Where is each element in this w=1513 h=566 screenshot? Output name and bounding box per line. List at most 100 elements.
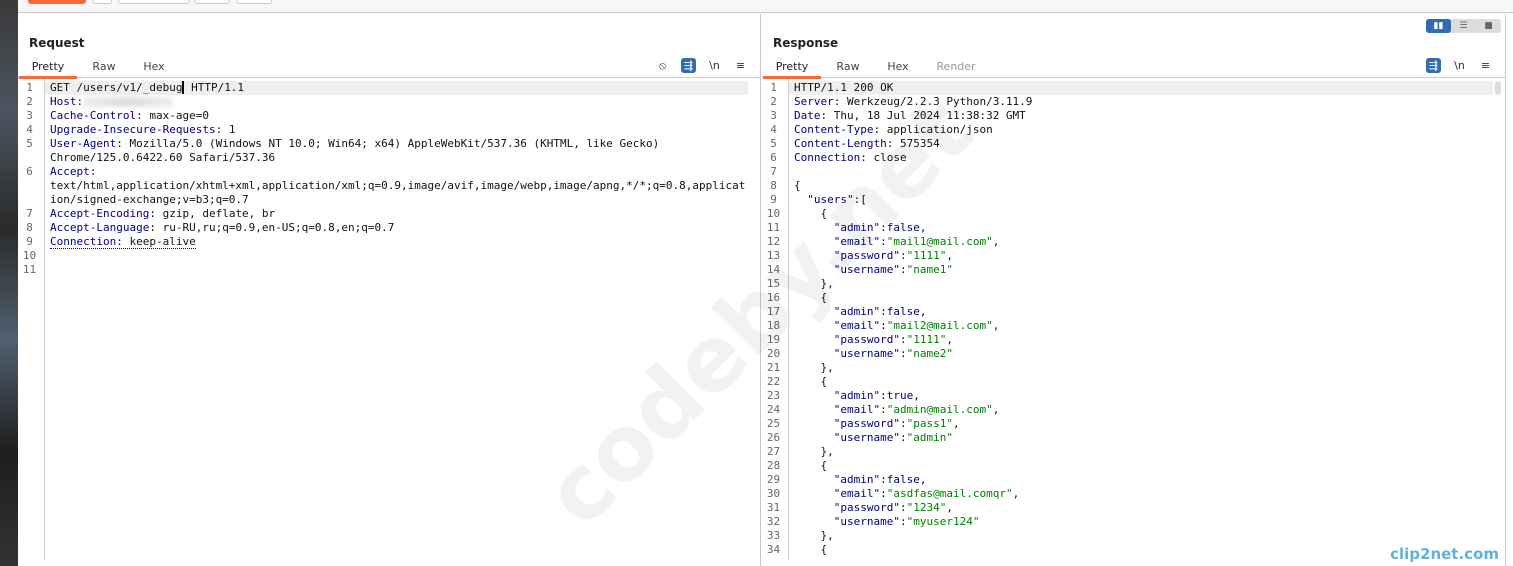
header-name: Upgrade-Insecure-Requests: [50, 123, 216, 136]
vertical-scrollbar[interactable]: [1495, 81, 1501, 95]
code-line: 9 "users":[: [762, 193, 1493, 207]
header-value: 1: [222, 123, 236, 136]
code-line: 4 Content-Type: application/json: [762, 123, 1493, 137]
json-colon: :: [899, 263, 907, 276]
header-name: Content-Length: [794, 137, 887, 150]
response-lines[interactable]: 1 HTTP/1.1 200 OK 2 Server: Werkzeug/2.2.3 …: [762, 81, 1493, 557]
inspector-sidebar-edge[interactable]: [1505, 14, 1513, 566]
code-line: 6 Accept: text/html,application/xhtml+xml…: [18, 165, 748, 207]
json-punct: ,: [946, 333, 953, 346]
json-colon: :: [880, 235, 887, 248]
newline-icon[interactable]: \n: [1452, 58, 1467, 73]
line-text: Connection: close: [789, 151, 1493, 165]
header-name: Accept: [50, 165, 90, 178]
desktop-background: [0, 0, 18, 566]
newline-icon[interactable]: \n: [707, 58, 722, 73]
header-value: keep-alive: [122, 235, 196, 248]
wrap-lines-icon[interactable]: ⇶: [1426, 58, 1441, 73]
toolbar-button[interactable]: [194, 0, 230, 4]
toolbar-button[interactable]: [236, 0, 272, 4]
json-key: "admin": [833, 473, 881, 486]
json-punct: [794, 515, 834, 528]
code-line: 4 Upgrade-Insecure-Requests: 1: [18, 123, 748, 137]
line-text: Content-Length: 575354: [789, 137, 1493, 151]
request-lines[interactable]: 1 GET /users/v1/_debug HTTP/1.1 2 Host: 3 Cac…: [18, 81, 748, 277]
json-punct: [794, 193, 807, 206]
layout-side-by-side-icon[interactable]: ▮▮: [1426, 19, 1451, 33]
json-colon: :: [880, 487, 887, 500]
header-wrap: Content-Type: application/json: [794, 123, 993, 136]
json-key: "users": [807, 193, 854, 206]
header-wrap: Accept-Encoding: gzip, deflate, br: [50, 207, 275, 220]
json-key: "admin": [833, 305, 881, 318]
json-key: "password": [833, 333, 900, 346]
code-line: 27 },: [762, 445, 1493, 459]
json-punct: [794, 319, 834, 332]
json-punct: [794, 487, 834, 500]
json-punct: [794, 473, 834, 486]
line-text: Server: Werkzeug/2.2.3 Python/3.11.9: [789, 95, 1493, 109]
request-editor[interactable]: 1 GET /users/v1/_debug HTTP/1.1 2 Host: 3 Cac…: [18, 79, 760, 560]
menu-icon[interactable]: ≡: [1478, 58, 1493, 73]
header-wrap: User-Agent: Mozilla/5.0 (Windows NT 10.0…: [50, 137, 666, 164]
request-tab-pretty[interactable]: Pretty: [19, 60, 77, 79]
wrap-lines-icon[interactable]: ⇶: [681, 58, 696, 73]
json-colon: :: [880, 221, 887, 234]
header-wrap: Content-Length: 575354: [794, 137, 940, 150]
code-line: 12 "email":"mail1@mail.com",: [762, 235, 1493, 249]
header-name: Accept-Language: [50, 221, 150, 234]
line-text: Host:: [45, 95, 748, 109]
line-number: 26: [766, 431, 781, 444]
clip2net-logo: clip2net.com: [1390, 545, 1499, 563]
line-number: 31: [766, 501, 781, 514]
hide-icon[interactable]: ⦸: [655, 58, 670, 73]
json-punct: [794, 305, 834, 318]
code-line: 1 GET /users/v1/_debug HTTP/1.1: [18, 81, 748, 95]
code-line: 2 Host:: [18, 95, 748, 109]
json-key: "username": [833, 515, 900, 528]
code-line: 14 "username":"name1": [762, 263, 1493, 277]
json-key: "password": [833, 501, 900, 514]
toolbar-button[interactable]: [118, 0, 190, 4]
json-key: "username": [833, 347, 900, 360]
json-punct: },: [794, 277, 834, 290]
code-line: 34 {: [762, 543, 1493, 557]
code-line: 31 "password":"1234",: [762, 501, 1493, 515]
line-content: HTTP/1.1 200 OK: [794, 81, 894, 94]
request-tab-hex[interactable]: Hex: [126, 60, 182, 73]
json-punct: {: [794, 207, 828, 220]
send-button[interactable]: [28, 0, 86, 4]
line-text: Upgrade-Insecure-Requests: 1: [45, 123, 748, 137]
json-string: "myuser124": [906, 515, 980, 528]
code-line: 7 Accept-Encoding: gzip, deflate, br: [18, 207, 748, 221]
header-value: Thu, 18 Jul 2024 11:38:32 GMT: [827, 109, 1026, 122]
line-text: Cache-Control: max-age=0: [45, 109, 748, 123]
layout-toggle: ▮▮ ☰ ■: [1426, 19, 1501, 33]
line-text: Content-Type: application/json: [789, 123, 1493, 137]
line-text: "email":"mail1@mail.com",: [789, 235, 1493, 249]
header-colon: :: [149, 221, 156, 234]
line-content: GET /users/v1/_debug: [50, 81, 185, 94]
code-line: 19 "password":"1111",: [762, 333, 1493, 347]
header-colon: :: [116, 137, 123, 150]
toolbar-button[interactable]: [92, 0, 112, 4]
response-tab-pretty[interactable]: Pretty: [763, 60, 821, 79]
response-tab-raw[interactable]: Raw: [820, 60, 876, 73]
layout-single-icon[interactable]: ■: [1476, 19, 1501, 33]
json-punct: [794, 501, 834, 514]
json-punct: },: [794, 445, 834, 458]
json-punct: ,: [919, 221, 927, 234]
response-editor[interactable]: 1 HTTP/1.1 200 OK 2 Server: Werkzeug/2.2.3 …: [762, 79, 1505, 560]
json-punct: {: [794, 291, 828, 304]
menu-icon[interactable]: ≡: [733, 58, 748, 73]
line-number: 30: [766, 487, 781, 500]
line-text: "username":"name1": [789, 263, 1493, 277]
code-line: 16 {: [762, 291, 1493, 305]
json-punct: [794, 235, 834, 248]
response-tab-render[interactable]: Render: [928, 60, 984, 73]
request-tab-raw[interactable]: Raw: [76, 60, 132, 73]
response-tab-hex[interactable]: Hex: [870, 60, 926, 73]
header-name: Host: [50, 95, 77, 108]
layout-stacked-icon[interactable]: ☰: [1451, 19, 1476, 33]
code-line: 24 "email":"admin@mail.com",: [762, 403, 1493, 417]
